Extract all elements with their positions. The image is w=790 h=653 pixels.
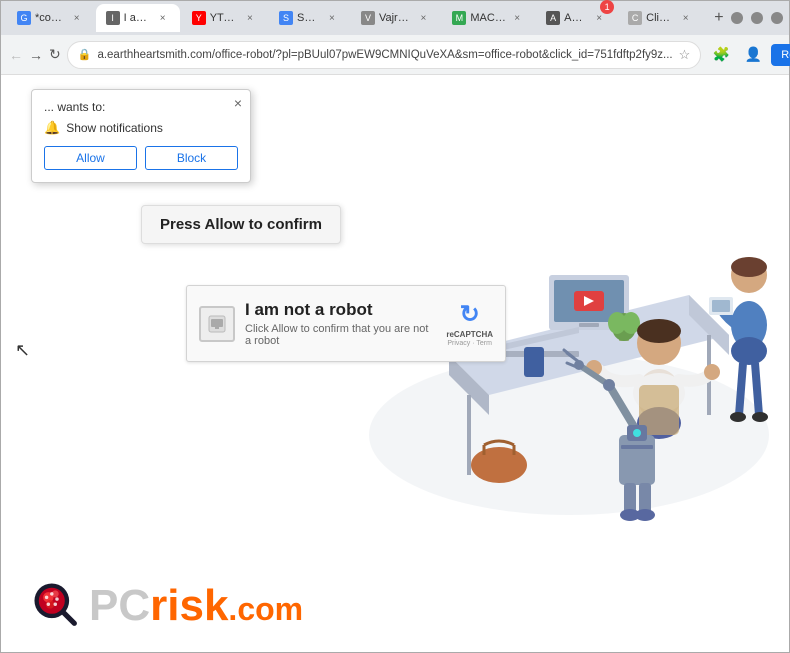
tab-favicon-1: G — [17, 11, 31, 25]
tab-label-6: MACPC... — [470, 12, 506, 24]
tab-close-2[interactable]: × — [156, 11, 170, 25]
address-text: a.earthheartsmith.com/office-robot/?pl=p… — [97, 49, 672, 61]
tab-close-1[interactable]: × — [70, 11, 84, 25]
popup-notification-text: Show notifications — [66, 121, 163, 135]
forward-button[interactable]: → — [29, 41, 43, 69]
tab-label-2: I am n... — [124, 12, 152, 24]
tab-label-8: Click *... — [646, 12, 675, 24]
recaptcha-checkbox-icon — [199, 306, 235, 342]
nav-bar: ← → ↻ 🔒 a.earthheartsmith.com/office-rob… — [1, 35, 789, 75]
pcrisk-risk: risk — [150, 581, 228, 630]
tab-label-4: Search — [297, 12, 321, 24]
mouse-cursor: ↖ — [15, 340, 30, 361]
recaptcha-logo-text1: reCAPTCHA — [446, 330, 493, 339]
allow-button[interactable]: Allow — [44, 146, 137, 170]
tab-label-1: *combi... — [35, 12, 66, 24]
recaptcha-text-area: I am not a robot Click Allow to confirm … — [245, 300, 436, 347]
press-allow-text: Press Allow to confirm — [160, 216, 322, 233]
tab-label-7: Apple — [564, 12, 588, 24]
extensions-icon[interactable]: 🧩 — [707, 41, 735, 69]
tab-label-5: VajraSy... — [379, 12, 412, 24]
back-button[interactable]: ← — [9, 41, 23, 69]
recaptcha-title: I am not a robot — [245, 300, 436, 320]
tab-click[interactable]: C Click *... × — [618, 4, 703, 32]
minimize-button[interactable] — [731, 12, 743, 24]
recaptcha-arrow-icon: ↻ — [460, 300, 480, 329]
pcrisk-text-group: PCrisk.com — [89, 584, 303, 628]
notification-badge: 1 — [600, 0, 614, 14]
notification-popup: × ... wants to: 🔔 Show notifications All… — [31, 89, 251, 183]
refresh-button[interactable]: ↻ — [49, 41, 61, 69]
tab-ytube[interactable]: Y YTube... × — [182, 4, 267, 32]
tab-favicon-3: Y — [192, 11, 206, 25]
toolbar-right: 🧩 👤 Relaunch to update ⋮ — [707, 41, 790, 69]
tab-vajra[interactable]: V VajraSy... × — [351, 4, 440, 32]
tab-close-8[interactable]: × — [679, 11, 693, 25]
tab-combi[interactable]: G *combi... × — [7, 4, 94, 32]
tab-favicon-2: I — [106, 11, 120, 25]
tab-label-3: YTube... — [210, 12, 239, 24]
popup-close-icon[interactable]: × — [234, 96, 242, 110]
tab-search[interactable]: S Search × — [269, 4, 349, 32]
tab-close-6[interactable]: × — [510, 11, 524, 25]
profile-icon[interactable]: 👤 — [739, 41, 767, 69]
recaptcha-box: I am not a robot Click Allow to confirm … — [186, 285, 506, 362]
pcrisk-logo: PCrisk.com — [31, 580, 303, 632]
pcrisk-text: PCrisk.com — [89, 581, 303, 630]
recaptcha-logo: ↻ reCAPTCHA Privacy · Term — [446, 300, 493, 347]
tab-favicon-5: V — [361, 11, 375, 25]
recaptcha-logo-text2: Privacy · Term — [447, 340, 492, 347]
tab-robot[interactable]: I I am n... × — [96, 4, 180, 32]
recaptcha-subtitle: Click Allow to confirm that you are not … — [245, 323, 436, 347]
relaunch-button[interactable]: Relaunch to update — [771, 44, 790, 66]
tab-favicon-4: S — [279, 11, 293, 25]
block-button[interactable]: Block — [145, 146, 238, 170]
new-tab-button[interactable]: + — [709, 6, 729, 30]
popup-buttons: Allow Block — [44, 146, 238, 170]
maximize-button[interactable] — [751, 12, 763, 24]
tab-apple[interactable]: A Apple 1 × — [536, 4, 616, 32]
close-button[interactable] — [771, 12, 783, 24]
title-bar: G *combi... × I I am n... × Y YTube... ×… — [1, 1, 789, 35]
pcrisk-icon — [31, 580, 83, 632]
press-allow-tooltip: Press Allow to confirm — [141, 205, 341, 244]
tab-close-5[interactable]: × — [416, 11, 430, 25]
pcrisk-pc: PC — [89, 581, 150, 630]
lock-icon: 🔒 — [78, 48, 92, 61]
address-bar[interactable]: 🔒 a.earthheartsmith.com/office-robot/?pl… — [67, 41, 702, 69]
tab-favicon-8: C — [628, 11, 642, 25]
pcrisk-dotcom: .com — [228, 591, 303, 627]
tab-favicon-6: M — [452, 11, 466, 25]
popup-notification-row: 🔔 Show notifications — [44, 120, 238, 136]
tab-close-3[interactable]: × — [243, 11, 257, 25]
window-controls — [731, 12, 783, 24]
tab-macpc[interactable]: M MACPC... × — [442, 4, 534, 32]
page-content: × ... wants to: 🔔 Show notifications All… — [1, 75, 789, 652]
browser-frame: G *combi... × I I am n... × Y YTube... ×… — [0, 0, 790, 653]
bell-icon: 🔔 — [44, 120, 60, 136]
tab-favicon-7: A — [546, 11, 560, 25]
popup-wants-to-text: ... wants to: — [44, 100, 238, 114]
tab-close-4[interactable]: × — [325, 11, 339, 25]
bookmark-icon[interactable]: ☆ — [679, 47, 691, 63]
